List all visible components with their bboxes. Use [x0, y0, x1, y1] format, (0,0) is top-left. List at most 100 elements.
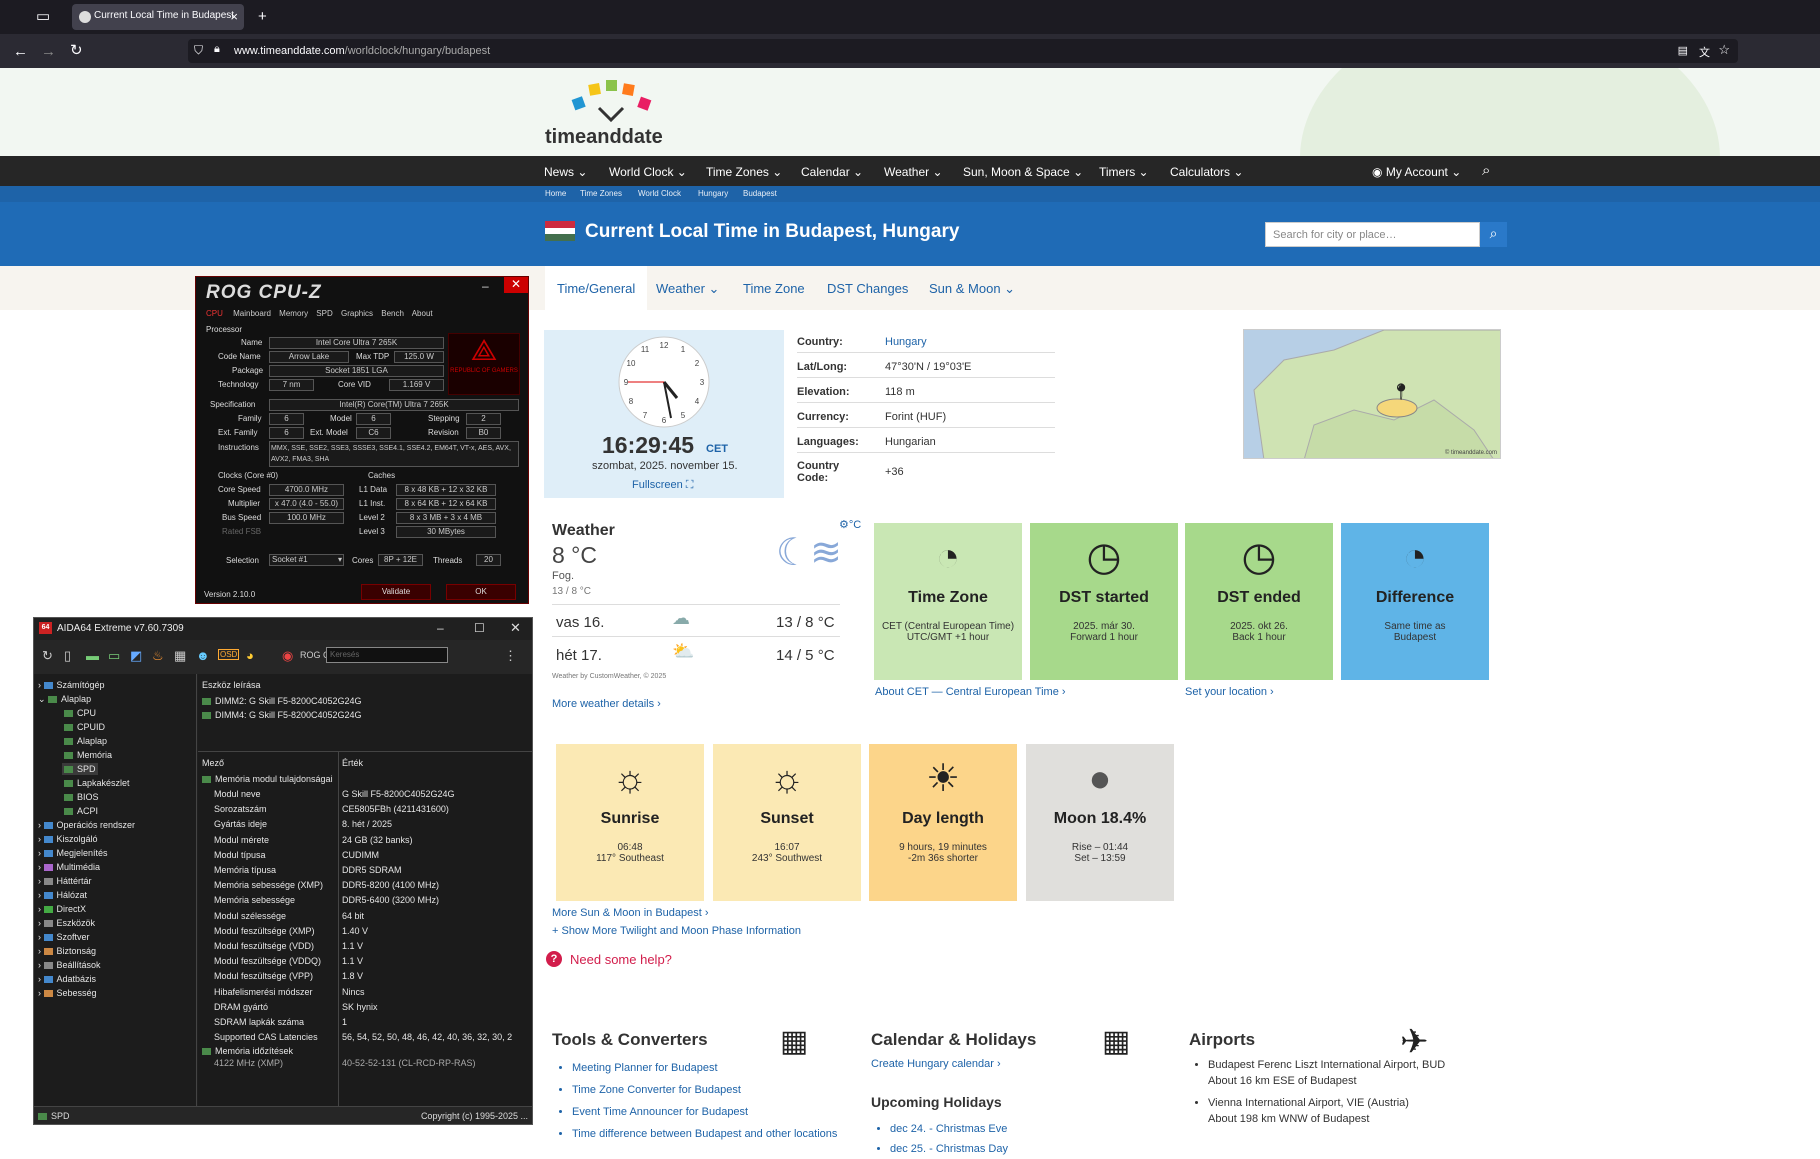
tab-sun-moon[interactable]: Sun & Moon ⌄ [929, 281, 1015, 297]
flame-icon[interactable]: ♨ [152, 648, 164, 664]
rog-icon[interactable]: ◉ [282, 648, 293, 664]
set-location-link[interactable]: Set your location › [1185, 686, 1274, 698]
nav-time-zones[interactable]: Time Zones ⌄ [706, 165, 782, 179]
property-field[interactable]: Modul feszültsége (VPP) [214, 971, 313, 981]
tool-link[interactable]: Event Time Announcer for Budapest [572, 1101, 837, 1123]
user-icon[interactable]: ☻ [196, 648, 210, 663]
city-search-input[interactable]: Search for city or place… [1265, 222, 1480, 247]
location-map[interactable]: 📍︎ © timeanddate.com [1243, 329, 1501, 459]
nav-calculators[interactable]: Calculators ⌄ [1170, 165, 1243, 179]
tree-item[interactable]: ACPI [64, 806, 98, 816]
back-arrow-icon[interactable]: ← [13, 44, 28, 59]
nav-news[interactable]: News ⌄ [544, 165, 587, 179]
property-field[interactable]: Modul feszültsége (VDD) [214, 941, 314, 951]
about-cet-link[interactable]: About CET — Central European Time › [875, 686, 1066, 698]
close-icon[interactable]: ✕ [510, 620, 521, 636]
reader-view-icon[interactable]: ▤ [1678, 44, 1688, 57]
property-field[interactable]: Sorozatszám [214, 804, 267, 814]
tree-item[interactable]: › Megjelenítés [38, 848, 108, 858]
tree-item[interactable]: › Szoftver [38, 932, 90, 942]
tree-item[interactable]: Lapkakészlet [64, 778, 130, 788]
tab-graphics[interactable]: Graphics [341, 309, 373, 318]
property-field[interactable]: Memória sebessége (XMP) [214, 880, 323, 890]
tree-item[interactable]: BIOS [64, 792, 99, 802]
tree-item[interactable]: Memória [64, 750, 112, 760]
tree-item[interactable]: › Operációs rendszer [38, 820, 135, 830]
dst-ended-tile[interactable]: ◷ DST ended 2025. okt 26. Back 1 hour [1185, 523, 1333, 680]
translate-icon[interactable]: 文 [1699, 44, 1710, 60]
tool-link[interactable]: Time difference between Budapest and oth… [572, 1123, 837, 1145]
breadcrumb-world-clock[interactable]: World Clock [638, 189, 681, 198]
sunset-tile[interactable]: ☼ Sunset 16:07 243° Southwest [713, 744, 861, 901]
tree-item[interactable]: › Biztonság [38, 946, 96, 956]
create-calendar-link[interactable]: Create Hungary calendar › [871, 1058, 1001, 1070]
gauge-icon[interactable]: ◕ [246, 648, 254, 663]
tab-time-general[interactable]: Time/General [545, 266, 648, 310]
tool-link[interactable]: Time Zone Converter for Budapest [572, 1079, 837, 1101]
url-field[interactable]: ⛉ 🔒︎ www.timeanddate.com/worldclock/hung… [188, 39, 1738, 63]
lock-icon[interactable]: 🔒︎ [214, 43, 220, 56]
property-field[interactable]: Memória típusa [214, 865, 276, 875]
property-field[interactable]: DRAM gyártó [214, 1002, 268, 1012]
tab-about[interactable]: About [412, 309, 433, 318]
tree-item[interactable]: › Kiszolgáló [38, 834, 98, 844]
breadcrumb-hungary[interactable]: Hungary [698, 189, 728, 198]
tool-link[interactable]: Meeting Planner for Budapest [572, 1057, 837, 1079]
close-icon[interactable]: ✕ [504, 277, 528, 293]
site-logo[interactable]: timeanddate [545, 126, 663, 149]
tree-item[interactable]: › Beállítások [38, 960, 101, 970]
nav-world-clock[interactable]: World Clock ⌄ [609, 165, 687, 179]
tree-item[interactable]: › Háttértár [38, 876, 92, 886]
twilight-link[interactable]: + Show More Twilight and Moon Phase Info… [552, 925, 801, 937]
browser-tab[interactable]: Current Local Time in Budapest × [72, 4, 244, 30]
bookmark-star-icon[interactable]: ☆ [1718, 42, 1730, 58]
refresh-icon[interactable]: ↻ [42, 648, 53, 664]
report-icon[interactable]: ▯ [64, 648, 71, 664]
tab-spd[interactable]: SPD [316, 309, 332, 318]
difference-tile[interactable]: ◔ Difference Same time as Budapest [1341, 523, 1489, 680]
maximize-icon[interactable]: ☐ [474, 621, 485, 635]
devices-icon[interactable]: ▦ [174, 648, 186, 664]
tab-mainboard[interactable]: Mainboard [233, 309, 271, 318]
tab-overview-icon[interactable]: ▭ [36, 9, 50, 24]
need-help-link[interactable]: Need some help? [570, 952, 672, 967]
fullscreen-link[interactable]: Fullscreen ⛶ [632, 479, 694, 492]
day-length-tile[interactable]: ☀ Day length 9 hours, 19 minutes -2m 36s … [869, 744, 1017, 901]
country-link[interactable]: Hungary [885, 336, 927, 348]
new-tab-icon[interactable]: + [258, 9, 267, 24]
logo-mark-icon[interactable] [555, 76, 675, 128]
nav-weather[interactable]: Weather ⌄ [884, 165, 943, 179]
validate-button[interactable]: Validate [361, 584, 431, 600]
breadcrumb-time-zones[interactable]: Time Zones [580, 189, 622, 198]
property-field[interactable]: Memória sebessége [214, 895, 295, 905]
tab-time-zone[interactable]: Time Zone [743, 281, 805, 296]
search-input[interactable]: Keresés [326, 647, 448, 663]
tab-bench[interactable]: Bench [381, 309, 404, 318]
device-item[interactable]: DIMM4: G Skill F5-8200C4052G24G [202, 710, 362, 720]
more-weather-link[interactable]: More weather details › [552, 698, 661, 710]
city-search-button[interactable]: ⌕ [1480, 222, 1507, 247]
property-field[interactable]: Modul mérete [214, 835, 269, 845]
tab-dst-changes[interactable]: DST Changes [827, 281, 908, 296]
forward-arrow-icon[interactable]: → [41, 44, 56, 59]
reload-icon[interactable]: ↻ [70, 43, 83, 58]
tree-item[interactable]: CPUID [64, 722, 105, 732]
tree-item[interactable]: CPU [64, 708, 96, 718]
property-field[interactable]: Supported CAS Latencies [214, 1032, 318, 1042]
breadcrumb-budapest[interactable]: Budapest [743, 189, 777, 198]
tab-memory[interactable]: Memory [279, 309, 308, 318]
tree-item[interactable]: › Eszközök [38, 918, 95, 928]
tree-item[interactable]: › Adatbázis [38, 974, 96, 984]
property-field[interactable]: Modul neve [214, 789, 261, 799]
more-sun-moon-link[interactable]: More Sun & Moon in Budapest › [552, 907, 709, 919]
property-field[interactable]: Modul feszültsége (XMP) [214, 926, 315, 936]
motherboard-icon[interactable]: ▭ [108, 648, 120, 664]
search-icon[interactable]: ⌕ [1482, 162, 1490, 179]
sunrise-tile[interactable]: ☼ Sunrise 06:48 117° Southeast [556, 744, 704, 901]
minimize-icon[interactable]: – [437, 621, 444, 635]
close-tab-icon[interactable]: × [230, 9, 238, 24]
tree-item[interactable]: Alaplap [64, 736, 107, 746]
minimize-icon[interactable]: – [482, 279, 489, 293]
property-field[interactable]: SDRAM lapkák száma [214, 1017, 304, 1027]
nav-my-account[interactable]: ◉ My Account ⌄ [1372, 165, 1461, 179]
